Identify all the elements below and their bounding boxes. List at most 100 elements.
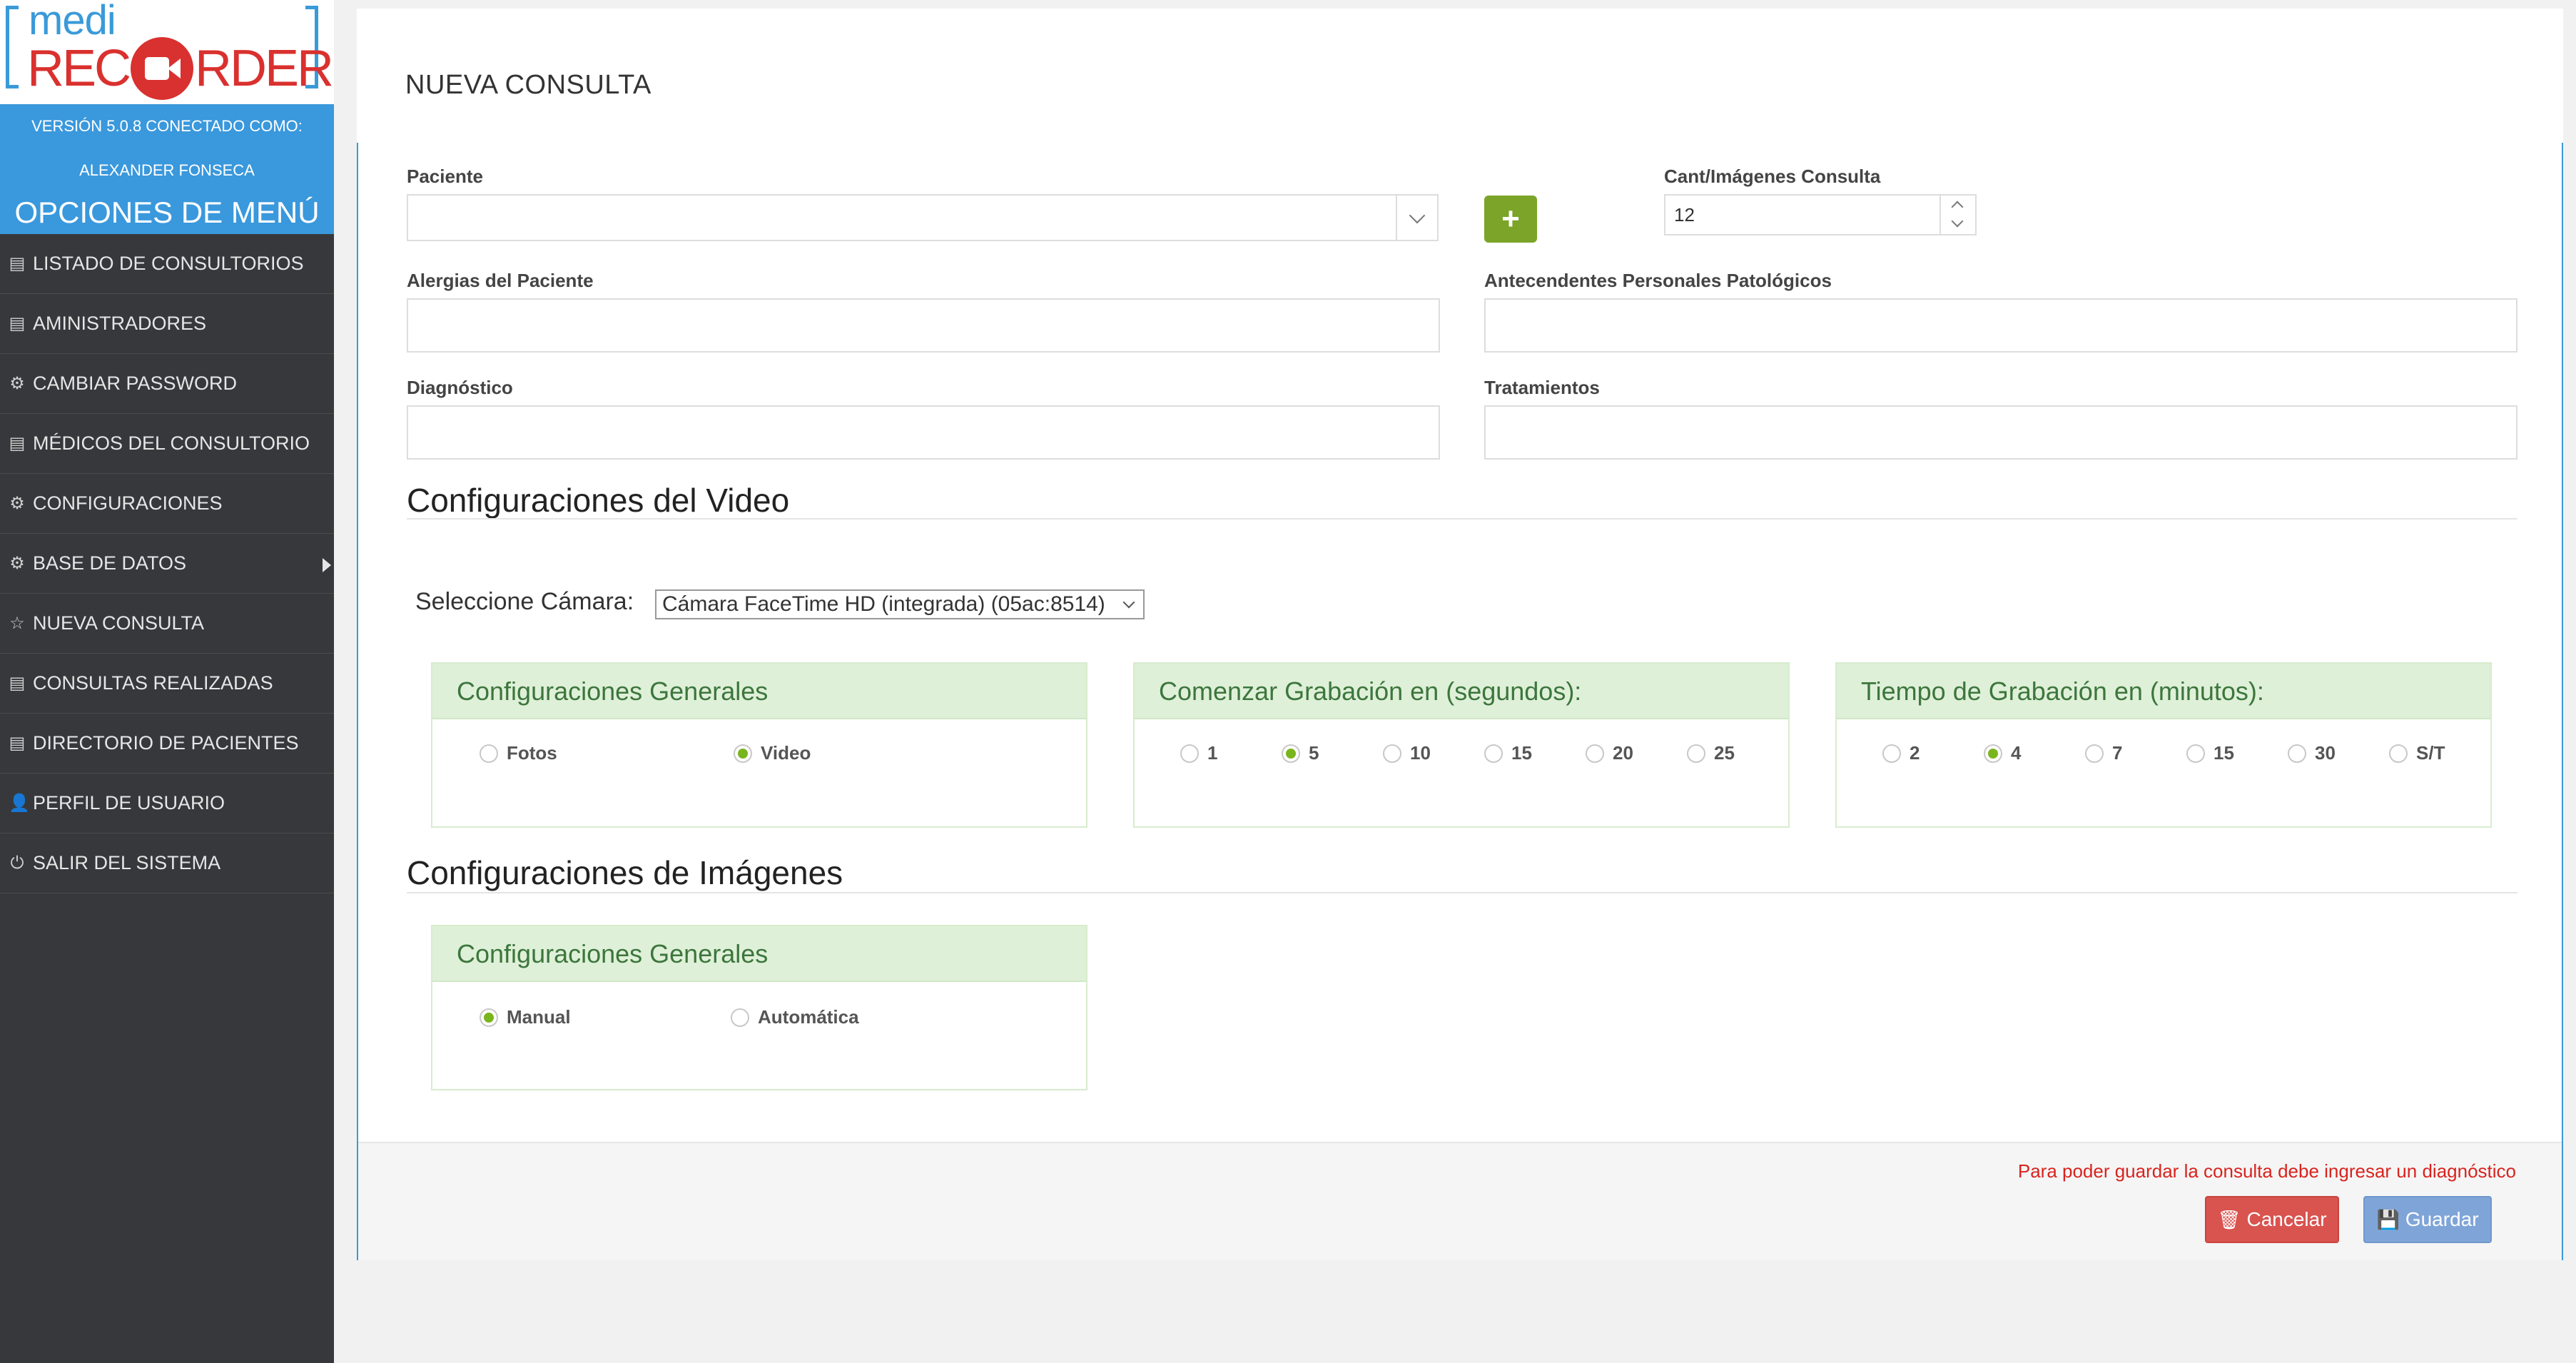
sidebar-item-consultas-realizadas[interactable]: ▤ CONSULTAS REALIZADAS	[0, 654, 334, 714]
cant-imagenes-label: Cant/Imágenes Consulta	[1664, 166, 1881, 187]
tratamientos-field[interactable]	[1484, 405, 2517, 460]
radio-duration-st[interactable]: S/T	[2389, 742, 2445, 764]
video-section-title: Configuraciones del Video	[407, 482, 790, 519]
radio-start-25[interactable]: 25	[1687, 742, 1735, 764]
radio-fotos[interactable]: Fotos	[480, 742, 557, 764]
sidebar-item-label: DIRECTORIO DE PACIENTES	[33, 732, 299, 754]
sidebar-item-directorio-pacientes[interactable]: ▤ DIRECTORIO DE PACIENTES	[0, 714, 334, 774]
card-title: Configuraciones Generales	[457, 939, 769, 968]
radio-label: 25	[1714, 742, 1735, 764]
radio-video[interactable]: Video	[734, 742, 811, 764]
cant-imagenes-stepper[interactable]	[1939, 196, 1975, 234]
sidebar-item-cambiar-password[interactable]: ⚙ CAMBIAR PASSWORD	[0, 354, 334, 414]
radio-circle[interactable]	[731, 1008, 749, 1027]
diagnostico-field[interactable]	[407, 405, 1440, 460]
radio-manual[interactable]: Manual	[480, 1006, 571, 1028]
sidebar-item-label: CONSULTAS REALIZADAS	[33, 672, 273, 694]
sidebar-item-listado-consultorios[interactable]: ▤ LISTADO DE CONSULTORIOS	[0, 234, 334, 294]
menu-title: OPCIONES DE MENÚ	[14, 196, 320, 229]
sidebar-item-label: CAMBIAR PASSWORD	[33, 373, 238, 394]
sidebar-item-label: CONFIGURACIONES	[33, 492, 223, 514]
radio-duration-30[interactable]: 30	[2288, 742, 2336, 764]
sidebar-item-medicos[interactable]: ▤ MÉDICOS DEL CONSULTORIO	[0, 414, 334, 474]
duration-card: Tiempo de Grabación en (minutos): 2 4 7 …	[1835, 662, 2492, 828]
sidebar-item-salir[interactable]: ⏻ SALIR DEL SISTEMA	[0, 833, 334, 893]
antecedentes-field[interactable]	[1484, 298, 2517, 353]
sidebar-item-label: NUEVA CONSULTA	[33, 612, 205, 634]
cant-imagenes-input[interactable]: 12	[1664, 194, 1977, 235]
start-delay-card: Comenzar Grabación en (segundos): 1 5 10…	[1133, 662, 1790, 828]
radio-circle[interactable]	[1586, 744, 1604, 763]
chevron-down-icon[interactable]	[1951, 215, 1964, 228]
radio-circle[interactable]	[1180, 744, 1199, 763]
floppy-disk-icon: 💾	[2376, 1208, 2400, 1230]
chevron-up-icon[interactable]	[1951, 201, 1964, 213]
radio-circle[interactable]	[480, 744, 498, 763]
star-icon: ☆	[9, 614, 25, 633]
sidebar-item-label: BASE DE DATOS	[33, 552, 187, 574]
plus-icon: +	[1501, 201, 1520, 236]
camera-label: Seleccione Cámara:	[415, 588, 634, 615]
caret-right-icon	[323, 558, 331, 572]
radio-start-20[interactable]: 20	[1586, 742, 1633, 764]
radio-automatica[interactable]: Automática	[731, 1006, 859, 1028]
list-icon: ▤	[9, 434, 26, 453]
section-divider	[407, 892, 2517, 893]
radio-label: 4	[2011, 742, 2022, 764]
paciente-select-toggle[interactable]	[1396, 196, 1437, 240]
radio-circle[interactable]	[734, 744, 752, 763]
radio-circle[interactable]	[1882, 744, 1901, 763]
radio-circle[interactable]	[2085, 744, 2104, 763]
radio-circle[interactable]	[1484, 744, 1503, 763]
app-logo[interactable]: medi REC RDER	[0, 0, 334, 104]
sidebar-item-administradores[interactable]: ▤ AMINISTRADORES	[0, 294, 334, 354]
trash-icon: 🗑	[2217, 1208, 2241, 1230]
camera-select[interactable]: Cámara FaceTime HD (integrada) (05ac:851…	[655, 589, 1145, 619]
list-icon: ▤	[9, 314, 26, 333]
cant-imagenes-value: 12	[1674, 204, 1695, 226]
tratamientos-label: Tratamientos	[1484, 377, 1600, 398]
radio-circle[interactable]	[2288, 744, 2306, 763]
radio-duration-15[interactable]: 15	[2186, 742, 2234, 764]
sidebar-item-base-de-datos[interactable]: ⚙ BASE DE DATOS	[0, 534, 334, 594]
save-button[interactable]: 💾 Guardar	[2363, 1196, 2492, 1243]
sidebar-item-configuraciones[interactable]: ⚙ CONFIGURACIONES	[0, 474, 334, 534]
alergias-field[interactable]	[407, 298, 1440, 353]
radio-label: 10	[1410, 742, 1431, 764]
radio-label: 20	[1613, 742, 1633, 764]
gear-icon: ⚙	[9, 494, 25, 513]
paciente-select[interactable]	[407, 194, 1439, 241]
radio-duration-2[interactable]: 2	[1882, 742, 1920, 764]
radio-start-15[interactable]: 15	[1484, 742, 1532, 764]
card-title: Tiempo de Grabación en (minutos):	[1861, 677, 2264, 706]
radio-start-5[interactable]: 5	[1282, 742, 1319, 764]
radio-circle[interactable]	[1282, 744, 1300, 763]
list-icon: ▤	[9, 674, 26, 693]
sidebar-item-perfil-usuario[interactable]: 👤 PERFIL DE USUARIO	[0, 774, 334, 833]
radio-circle[interactable]	[480, 1008, 498, 1027]
logo-text-rder: RDER	[195, 40, 334, 97]
radio-label: Video	[761, 742, 811, 764]
radio-circle[interactable]	[1984, 744, 2002, 763]
sidebar-item-label: PERFIL DE USUARIO	[33, 792, 225, 814]
radio-circle[interactable]	[2389, 744, 2408, 763]
add-patient-button[interactable]: +	[1484, 196, 1537, 243]
radio-start-1[interactable]: 1	[1180, 742, 1217, 764]
radio-circle[interactable]	[1687, 744, 1705, 763]
sidebar-item-nueva-consulta[interactable]: ☆ NUEVA CONSULTA	[0, 594, 334, 654]
gear-icon: ⚙	[9, 374, 25, 393]
sidebar-header: VERSIÓN 5.0.8 CONECTADO COMO: ALEXANDER …	[0, 104, 334, 234]
radio-circle[interactable]	[1383, 744, 1401, 763]
radio-duration-7[interactable]: 7	[2085, 742, 2122, 764]
radio-duration-4[interactable]: 4	[1984, 742, 2021, 764]
cancel-button-label: Cancelar	[2246, 1208, 2327, 1230]
page-header: NUEVA CONSULTA	[357, 9, 2563, 144]
save-button-label: Guardar	[2405, 1208, 2479, 1230]
radio-start-10[interactable]: 10	[1383, 742, 1431, 764]
cancel-button[interactable]: 🗑 Cancelar	[2205, 1196, 2339, 1243]
radio-circle[interactable]	[2186, 744, 2205, 763]
antecedentes-label: Antecendentes Personales Patológicos	[1484, 270, 1832, 291]
sidebar-menu: ▤ LISTADO DE CONSULTORIOS ▤ AMINISTRADORES…	[0, 234, 334, 893]
images-section-title: Configuraciones de Imágenes	[407, 854, 843, 891]
paciente-label: Paciente	[407, 166, 483, 187]
